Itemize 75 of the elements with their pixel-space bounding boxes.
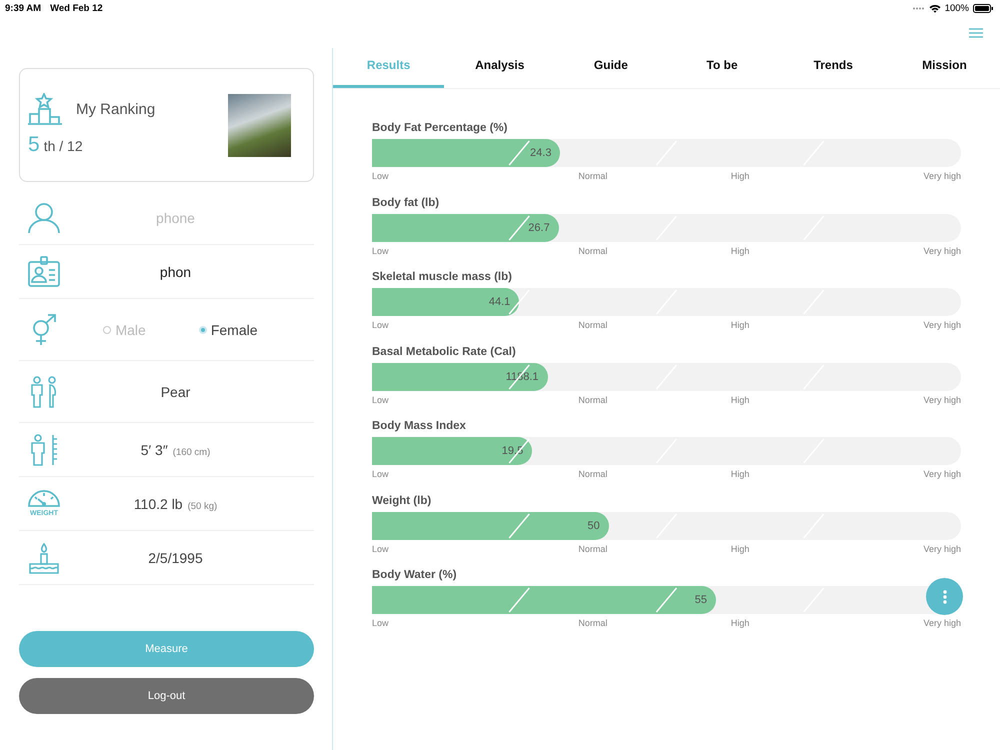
wifi-icon [928, 4, 941, 12]
photo-placeholder [228, 94, 291, 156]
podium-star-icon [28, 93, 62, 125]
id-card-icon [28, 256, 60, 288]
profile-value: Pear [160, 384, 190, 400]
birthday-cake-icon [28, 542, 60, 574]
status-date: Wed Feb 12 [50, 3, 103, 14]
battery-percent: 100% [944, 2, 969, 14]
scale-label: Very high [923, 394, 961, 404]
scale-label: Low [372, 320, 389, 330]
scale-label: High [730, 246, 750, 256]
scale-label: High [730, 171, 750, 181]
metric-title: Skeletal muscle mass (lb) [372, 271, 513, 283]
scale-label: Normal [578, 320, 608, 330]
gender-radio[interactable]: Female [198, 322, 258, 338]
scale-label: Very high [923, 469, 961, 479]
text-input-field[interactable]: phon [92, 260, 260, 284]
tab[interactable]: To be [666, 49, 778, 88]
metric-title: Body fat (lb) [372, 196, 440, 208]
bar-value: 50 [588, 520, 600, 532]
battery-icon [973, 4, 993, 12]
scale-label: Normal [578, 544, 608, 554]
scale-label: Very high [923, 171, 961, 181]
text-input-field[interactable]: phone [92, 206, 260, 230]
ranking-title: My Ranking [76, 100, 156, 118]
tab[interactable]: Mission [888, 49, 1000, 88]
scale-label: High [730, 469, 750, 479]
profile-unit: (160 cm) [172, 446, 210, 458]
status-time: 9:39 AM [5, 3, 42, 14]
menu-button[interactable] [967, 26, 985, 40]
scale-label: Low [372, 544, 389, 554]
person-icon [28, 202, 60, 234]
more-icon [942, 590, 946, 604]
rank-number: 5 [28, 133, 40, 157]
metric-title: Basal Metabolic Rate (Cal) [372, 346, 517, 358]
profile-value: 2/5/1995 [148, 550, 203, 566]
tab[interactable]: Trends [778, 49, 889, 88]
metric-title: Weight (lb) [372, 494, 432, 506]
scale-gauge-icon [28, 490, 60, 508]
logout-button[interactable]: Log-out [19, 678, 314, 714]
scale-label: Very high [923, 246, 961, 256]
scale-label: Normal [578, 469, 608, 479]
profile-unit: (50 kg) [188, 500, 218, 512]
scale-label: Low [372, 171, 389, 181]
scale-label: Low [372, 246, 389, 256]
metric-title: Body Mass Index [372, 420, 467, 432]
scale-label: Low [372, 618, 389, 628]
rank-total: th / 12 [44, 138, 83, 154]
scale-label: Normal [578, 171, 608, 181]
gender-icon [31, 314, 57, 346]
signal-icon [912, 6, 925, 10]
bar-value: 24.3 [530, 147, 552, 159]
scale-label: Normal [578, 246, 608, 256]
scale-label: Very high [923, 618, 961, 628]
metric-title: Body Water (%) [372, 569, 458, 581]
bar-value: 26.7 [528, 222, 550, 234]
scale-label: High [730, 618, 750, 628]
tab[interactable]: Guide [555, 49, 667, 88]
scale-label: Normal [578, 394, 608, 404]
scale-label: High [730, 544, 750, 554]
scale-label: Low [372, 394, 389, 404]
metric-title: Body Fat Percentage (%) [372, 122, 508, 134]
scale-label: Very high [923, 320, 961, 330]
bar-value: 55 [694, 594, 707, 606]
scale-label: Very high [923, 544, 961, 554]
height-icon [29, 434, 59, 466]
floating-action-menu[interactable] [926, 578, 963, 615]
bar-value: 44.1 [488, 296, 510, 308]
tab[interactable]: Analysis [444, 49, 556, 88]
profile-value: 5′ 3″ [140, 442, 168, 458]
scale-label: High [730, 394, 750, 404]
scale-label: Normal [578, 618, 608, 628]
scale-label: High [730, 320, 750, 330]
scale-label: Low [372, 469, 389, 479]
profile-value: 110.2 lb [134, 496, 183, 512]
